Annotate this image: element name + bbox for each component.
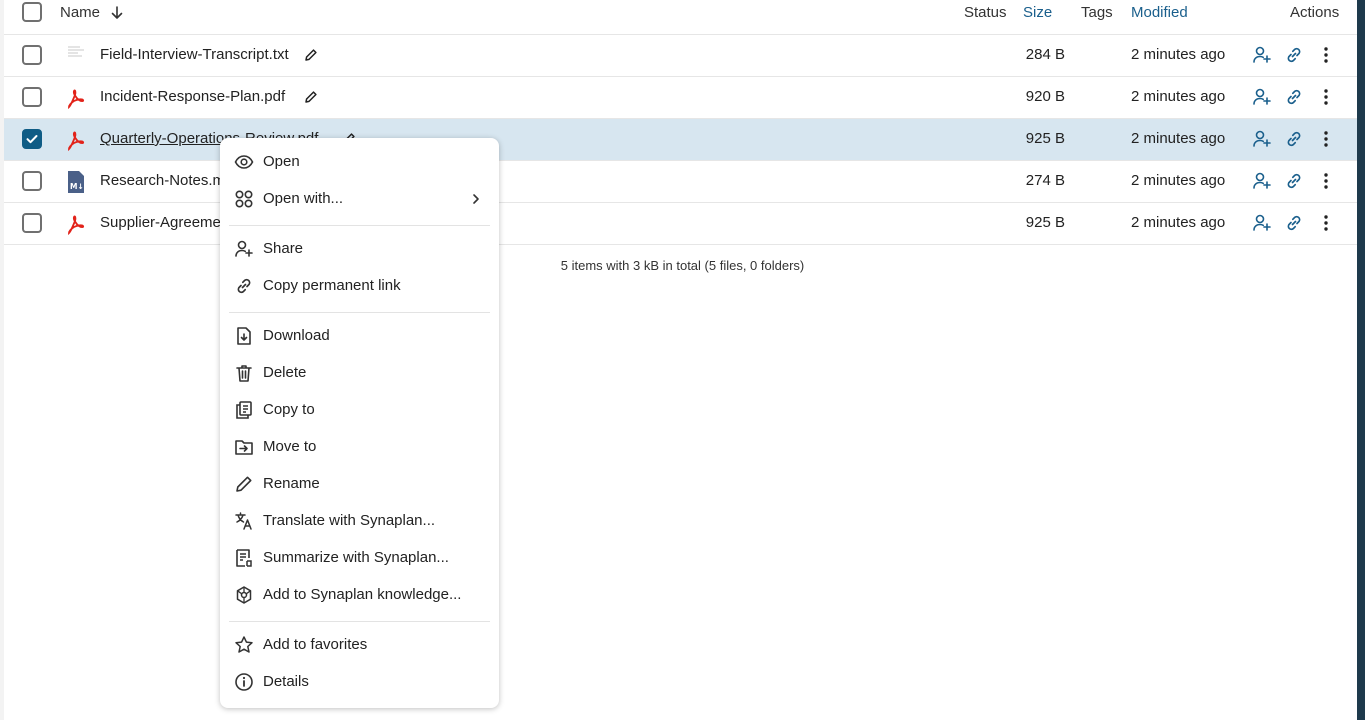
share-user-icon: [234, 239, 254, 259]
pencil-icon: [234, 474, 254, 494]
more-actions-icon[interactable]: [1316, 171, 1336, 191]
more-actions-icon[interactable]: [1316, 45, 1336, 65]
column-status: Status: [964, 4, 1007, 21]
share-user-icon[interactable]: [1252, 213, 1272, 233]
file-name[interactable]: Field-Interview-Transcript.txt: [100, 46, 289, 63]
link-icon[interactable]: [1284, 87, 1304, 107]
link-icon[interactable]: [1284, 171, 1304, 191]
file-modified: 2 minutes ago: [1131, 88, 1226, 105]
menu-item-copy-permanent-link[interactable]: Copy permanent link: [220, 269, 499, 303]
row-checkbox[interactable]: [22, 45, 42, 65]
file-modified: 2 minutes ago: [1131, 46, 1226, 63]
translate-icon: [234, 511, 254, 531]
more-actions-icon[interactable]: [1316, 129, 1336, 149]
menu-item-summarize[interactable]: Summarize with Synaplan...: [220, 541, 499, 575]
menu-separator: [229, 225, 490, 226]
file-modified: 2 minutes ago: [1131, 172, 1226, 189]
menu-item-add-to-favorites[interactable]: Add to favorites: [220, 628, 499, 662]
pdf-file-icon: [66, 86, 86, 110]
share-user-icon[interactable]: [1252, 129, 1272, 149]
sort-by-name[interactable]: Name: [60, 4, 100, 21]
file-name[interactable]: Research-Notes.md: [100, 172, 233, 189]
file-size: 920 B: [1025, 88, 1065, 105]
menu-item-add-to-knowledge[interactable]: Add to Synaplan knowledge...: [220, 578, 499, 612]
column-actions: Actions: [1290, 4, 1340, 21]
file-size: 284 B: [1025, 46, 1065, 63]
menu-separator: [229, 621, 490, 622]
file-list-header: Name Status Size Tags Modified Actions: [4, 0, 1357, 35]
link-icon[interactable]: [1284, 129, 1304, 149]
file-name[interactable]: Incident-Response-Plan.pdf: [100, 88, 285, 105]
table-row[interactable]: Supplier-Agreement.pdf 925 B 2 minutes a…: [4, 203, 1357, 245]
star-icon: [234, 635, 254, 655]
share-user-icon[interactable]: [1252, 87, 1272, 107]
table-row[interactable]: M↓ Research-Notes.md 274 B 2 minutes ago: [4, 161, 1357, 203]
row-checkbox-checked[interactable]: [22, 129, 42, 149]
copy-icon: [234, 400, 254, 420]
menu-item-move-to[interactable]: Move to: [220, 430, 499, 464]
row-checkbox[interactable]: [22, 87, 42, 107]
file-modified: 2 minutes ago: [1131, 130, 1226, 147]
right-panel-edge: [1357, 0, 1365, 720]
menu-separator: [229, 312, 490, 313]
row-checkbox[interactable]: [22, 171, 42, 191]
share-user-icon[interactable]: [1252, 45, 1272, 65]
menu-item-rename[interactable]: Rename: [220, 467, 499, 501]
menu-item-open[interactable]: Open: [220, 145, 499, 179]
file-size: 925 B: [1025, 130, 1065, 147]
svg-text:M↓: M↓: [70, 182, 84, 191]
sort-by-modified[interactable]: Modified: [1131, 4, 1188, 21]
download-icon: [234, 326, 254, 346]
menu-item-delete[interactable]: Delete: [220, 356, 499, 390]
sort-descending-icon[interactable]: [110, 5, 124, 26]
markdown-file-icon: M↓: [66, 170, 86, 194]
pdf-file-icon: [66, 212, 86, 236]
info-icon: [234, 672, 254, 692]
share-user-icon[interactable]: [1252, 171, 1272, 191]
more-actions-icon[interactable]: [1316, 87, 1336, 107]
table-row-selected[interactable]: Quarterly-Operations-Review.pdf 925 B 2 …: [4, 119, 1357, 161]
column-tags: Tags: [1081, 4, 1113, 21]
file-context-menu: Open Open with... Share Copy permanent l…: [220, 138, 499, 708]
select-all-checkbox[interactable]: [22, 2, 42, 22]
link-icon: [234, 276, 254, 296]
table-row[interactable]: Incident-Response-Plan.pdf 920 B 2 minut…: [4, 77, 1357, 119]
menu-item-open-with[interactable]: Open with...: [220, 182, 499, 216]
menu-item-translate[interactable]: Translate with Synaplan...: [220, 504, 499, 538]
menu-item-share[interactable]: Share: [220, 232, 499, 266]
apps-icon: [234, 189, 254, 209]
move-folder-icon: [234, 437, 254, 457]
file-size: 274 B: [1025, 172, 1065, 189]
file-size: 925 B: [1025, 214, 1065, 231]
rename-pencil-icon[interactable]: [304, 48, 318, 67]
link-icon[interactable]: [1284, 45, 1304, 65]
menu-item-download[interactable]: Download: [220, 319, 499, 353]
file-list-summary: 5 items with 3 kB in total (5 files, 0 f…: [560, 258, 805, 273]
text-file-icon: [66, 44, 86, 68]
table-row[interactable]: Field-Interview-Transcript.txt 284 B 2 m…: [4, 35, 1357, 77]
menu-item-details[interactable]: Details: [220, 665, 499, 699]
rename-pencil-icon[interactable]: [304, 90, 318, 109]
more-actions-icon[interactable]: [1316, 213, 1336, 233]
knowledge-icon: [234, 585, 254, 605]
summary-icon: [234, 548, 254, 568]
file-modified: 2 minutes ago: [1131, 214, 1226, 231]
link-icon[interactable]: [1284, 213, 1304, 233]
pdf-file-icon: [66, 128, 86, 152]
menu-item-copy-to[interactable]: Copy to: [220, 393, 499, 427]
chevron-right-icon: [471, 192, 481, 211]
trash-icon: [234, 363, 254, 383]
row-checkbox[interactable]: [22, 213, 42, 233]
sort-by-size[interactable]: Size: [1023, 4, 1052, 21]
eye-icon: [234, 152, 254, 172]
